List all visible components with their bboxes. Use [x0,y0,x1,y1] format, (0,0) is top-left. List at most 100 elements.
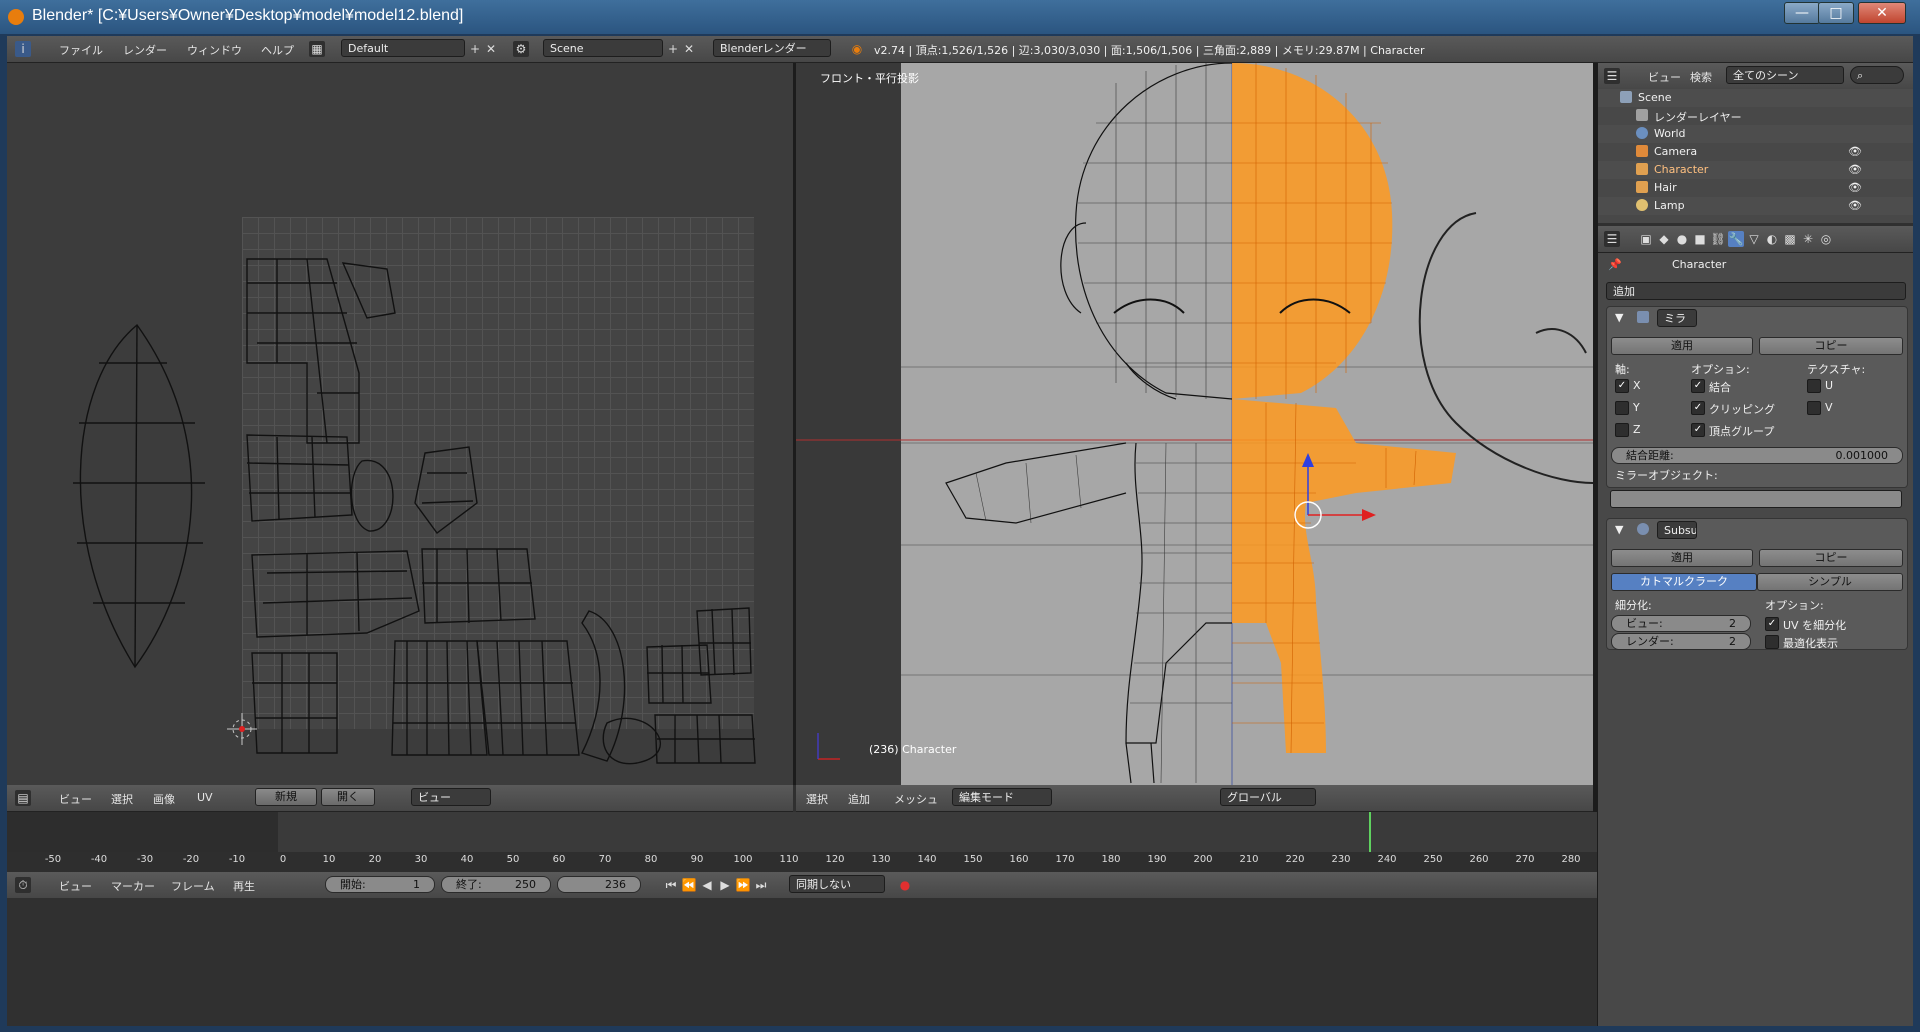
menu-help[interactable]: ヘルプ [261,42,294,58]
texture-tab-icon[interactable]: ▩ [1782,231,1798,247]
3d-viewport[interactable]: フロント・平行投影 (236) Character [796,63,1593,785]
uv-image-editor[interactable] [7,63,793,785]
uv-menu-view[interactable]: ビュー [59,791,92,807]
orientation-select[interactable]: グローバル [1220,788,1316,806]
outliner-menu-view[interactable]: ビュー [1648,69,1681,85]
texture-v-checkbox[interactable] [1807,401,1821,415]
record-icon[interactable]: ● [897,877,913,893]
current-frame-marker[interactable] [1369,812,1371,852]
menu-window[interactable]: ウィンドウ [187,42,242,58]
uv-menu-image[interactable]: 画像 [153,791,175,807]
view3d-menu-mesh[interactable]: メッシュ [894,791,938,807]
timeline-menu-marker[interactable]: マーカー [111,878,155,894]
axis-y-checkbox[interactable] [1615,401,1629,415]
timeline-menu-view[interactable]: ビュー [59,878,92,894]
visibility-eye-icon[interactable]: 👁 [1848,199,1862,212]
sync-select[interactable]: 同期しない [789,875,885,893]
physics-tab-icon[interactable]: ◎ [1818,231,1834,247]
clipping-checkbox[interactable]: ✓ [1691,401,1705,415]
mirror-object-field[interactable] [1610,490,1902,508]
outliner-menu-search[interactable]: 検索 [1690,69,1712,85]
subsurf-name-field[interactable]: Subsu [1657,521,1697,539]
mirror-name-field[interactable]: ミラ [1657,309,1697,327]
material-tab-icon[interactable]: ◐ [1764,231,1780,247]
uv-view-select[interactable]: ビュー [411,788,491,806]
uv-menu-select[interactable]: 選択 [111,791,133,807]
mirror-copy-button[interactable]: コピー [1759,337,1903,355]
uv-subdivide-checkbox[interactable]: ✓ [1765,617,1779,631]
visibility-eye-icon[interactable]: 👁 [1848,163,1862,176]
visibility-eye-icon[interactable]: 👁 [1848,181,1862,194]
outliner-row-lamp[interactable]: Lamp 👁 [1598,197,1913,215]
play-reverse-icon[interactable]: ◀ [699,877,715,893]
data-tab-icon[interactable]: ▽ [1746,231,1762,247]
view-levels-field[interactable]: ビュー: 2 [1611,615,1751,632]
merge-distance-field[interactable]: 結合距離: 0.001000 [1611,447,1903,464]
outliner-search-input[interactable]: ⌕ [1850,66,1904,84]
add-layout-icon[interactable]: + [467,41,483,57]
timeline-menu-frame[interactable]: フレーム [171,878,215,894]
maximize-button[interactable]: □ [1818,2,1854,24]
mode-select[interactable]: 編集モード [952,788,1052,806]
outliner-row-camera[interactable]: Camera 👁 [1598,143,1913,161]
prev-keyframe-icon[interactable]: ⏪ [681,877,697,893]
collapse-arrow-icon[interactable]: ▼ [1615,523,1623,536]
outliner-editor-icon[interactable]: ☰ [1604,68,1620,84]
add-modifier-select[interactable]: 追加 [1606,282,1906,300]
minimize-button[interactable]: — [1784,2,1820,24]
jump-start-icon[interactable]: ⏮ [663,877,679,893]
collapse-arrow-icon[interactable]: ▼ [1615,311,1623,324]
end-frame-field[interactable]: 終了: 250 [441,876,551,893]
render-tab-icon[interactable]: ▣ [1638,231,1654,247]
view3d-menu-select[interactable]: 選択 [806,791,828,807]
scene-tab-icon[interactable]: ◆ [1656,231,1672,247]
scene-icon[interactable]: ⚙ [513,41,529,57]
render-levels-field[interactable]: レンダー: 2 [1611,633,1751,650]
modifiers-tab-icon[interactable]: 🔧 [1728,231,1744,247]
add-scene-icon[interactable]: + [665,41,681,57]
object-tab-icon[interactable]: ■ [1692,231,1708,247]
texture-u-checkbox[interactable] [1807,379,1821,393]
world-tab-icon[interactable]: ● [1674,231,1690,247]
remove-layout-icon[interactable]: ✕ [483,41,499,57]
new-image-button[interactable]: 新規 [255,788,317,806]
timeline-menu-playback[interactable]: 再生 [233,878,255,894]
remove-scene-icon[interactable]: ✕ [681,41,697,57]
view3d-menu-add[interactable]: 追加 [848,791,870,807]
close-button[interactable]: ✕ [1858,2,1906,24]
screen-layout-icon[interactable]: ▦ [309,41,325,57]
scene-filter-select[interactable]: 全てのシーン [1726,66,1844,84]
timeline-editor-icon[interactable]: ⏱ [15,877,31,893]
optimal-display-checkbox[interactable] [1765,635,1779,649]
uv-editor-type-icon[interactable]: ▤ [15,790,31,806]
outliner-row-scene[interactable]: Scene [1598,89,1913,107]
simple-tab[interactable]: シンプル [1757,573,1903,591]
subsurf-apply-button[interactable]: 適用 [1611,549,1753,567]
axis-z-checkbox[interactable] [1615,423,1629,437]
jump-end-icon[interactable]: ⏭ [753,877,769,893]
mirror-apply-button[interactable]: 適用 [1611,337,1753,355]
menu-file[interactable]: ファイル [59,42,103,58]
properties-editor-icon[interactable]: ☰ [1604,231,1620,247]
render-engine-select[interactable]: Blenderレンダー [713,39,831,57]
start-frame-field[interactable]: 開始: 1 [325,876,435,893]
visibility-eye-icon[interactable]: 👁 [1848,145,1862,158]
uv-menu-uv[interactable]: UV [197,791,213,804]
timeline-area[interactable] [7,812,1597,852]
particles-tab-icon[interactable]: ✳ [1800,231,1816,247]
subsurf-copy-button[interactable]: コピー [1759,549,1903,567]
outliner-row-character[interactable]: Character 👁 [1598,161,1913,179]
open-image-button[interactable]: 開く [321,788,375,806]
catmull-clark-tab[interactable]: カトマルクラーク [1611,573,1757,591]
constraints-tab-icon[interactable]: ⛓ [1710,231,1726,247]
merge-checkbox[interactable]: ✓ [1691,379,1705,393]
axis-x-checkbox[interactable]: ✓ [1615,379,1629,393]
vertex-group-checkbox[interactable]: ✓ [1691,423,1705,437]
current-frame-field[interactable]: 236 [557,876,641,893]
next-keyframe-icon[interactable]: ⏩ [735,877,751,893]
play-icon[interactable]: ▶ [717,877,733,893]
scene-field[interactable]: Scene [543,39,663,57]
outliner-row-world[interactable]: World [1598,125,1913,143]
outliner-row-hair[interactable]: Hair 👁 [1598,179,1913,197]
outliner-row-renderlayer[interactable]: レンダーレイヤー [1598,107,1913,125]
